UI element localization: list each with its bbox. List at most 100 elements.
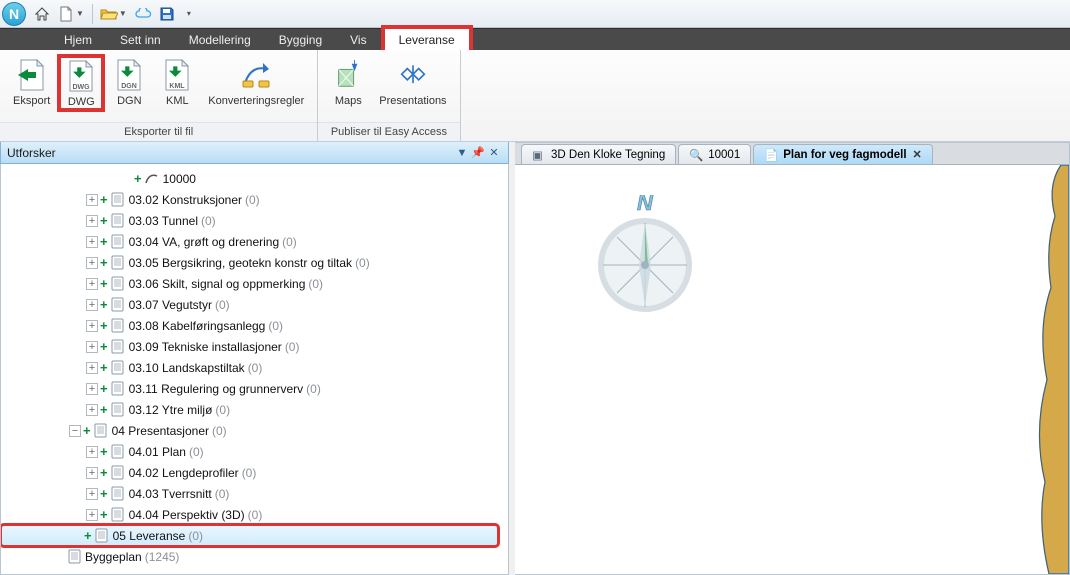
explorer-panel: Utforsker ▼ 📌 ✕ +10000++03.02 Konstruksj… (0, 142, 515, 575)
tree-item-count: (0) (188, 529, 203, 543)
tree-row[interactable]: ++03.06 Skilt, signal og oppmerking(0) (1, 273, 508, 294)
tab-leveranse[interactable]: Leveranse (381, 25, 473, 50)
tree-row[interactable]: ++03.02 Konstruksjoner(0) (1, 189, 508, 210)
expand-icon[interactable]: + (86, 362, 98, 374)
expand-icon[interactable]: + (86, 446, 98, 458)
expand-icon[interactable]: + (86, 320, 98, 332)
tree-row[interactable]: ++04.01 Plan(0) (1, 441, 508, 462)
close-icon[interactable]: ✕ (913, 148, 922, 161)
doc-icon: 📄 (764, 148, 778, 162)
tree-row[interactable]: ++04.03 Tverrsnitt(0) (1, 483, 508, 504)
ribbon-group-eksporter: Eksport DWG DWG DGN DGN KML K (0, 50, 318, 141)
save-icon[interactable] (157, 4, 177, 24)
tab-settinn[interactable]: Sett inn (106, 29, 175, 50)
view-tab-10001[interactable]: 🔍 10001 (678, 144, 751, 164)
doc-icon (110, 297, 126, 313)
dgn-button[interactable]: DGN DGN (105, 54, 153, 110)
add-icon: + (100, 381, 108, 396)
tree-row[interactable]: ++03.09 Tekniske installasjoner(0) (1, 336, 508, 357)
expand-icon[interactable]: + (86, 341, 98, 353)
tree-row[interactable]: ++04.04 Perspektiv (3D)(0) (1, 504, 508, 525)
expand-icon[interactable]: + (86, 236, 98, 248)
add-icon: + (100, 255, 108, 270)
tree-row[interactable]: Byggeplan(1245) (1, 546, 508, 567)
qat-customize-icon[interactable]: ▾ (187, 9, 191, 18)
doc-icon (110, 339, 126, 355)
presentations-button[interactable]: Presentations (372, 54, 453, 110)
dropdown-icon[interactable]: ▼ (454, 147, 470, 159)
maps-icon (331, 57, 365, 93)
tree-item-label: 03.12 Ytre miljø (129, 403, 213, 417)
doc-icon (110, 402, 126, 418)
tab-hjem[interactable]: Hjem (50, 29, 106, 50)
tree-row[interactable]: −+04 Presentasjoner(0) (1, 420, 508, 441)
dropdown-icon[interactable]: ▼ (119, 9, 127, 18)
doc-icon (94, 528, 110, 544)
tree-row[interactable]: ++03.03 Tunnel(0) (1, 210, 508, 231)
pin-icon[interactable]: 📌 (470, 146, 486, 159)
cloud-icon[interactable] (133, 4, 153, 24)
presentation-icon (396, 57, 430, 93)
tree-item-count: (0) (306, 382, 321, 396)
add-icon: + (100, 213, 108, 228)
svg-text:N: N (637, 195, 654, 215)
tree-scroll[interactable]: +10000++03.02 Konstruksjoner(0)++03.03 T… (1, 164, 508, 574)
open-folder-icon[interactable] (99, 4, 119, 24)
expand-icon[interactable]: + (86, 278, 98, 290)
tree-item-label: 03.10 Landskapstiltak (129, 361, 245, 375)
doc-icon (110, 381, 126, 397)
close-icon[interactable]: ✕ (486, 146, 502, 159)
app-icon[interactable]: N (2, 2, 26, 26)
view-tab-3d[interactable]: ▣ 3D Den Kloke Tegning (521, 144, 676, 164)
konverteringsregler-button[interactable]: Konverteringsregler (201, 54, 311, 110)
tree-row[interactable]: ++03.10 Landskapstiltak(0) (1, 357, 508, 378)
doc-icon (110, 486, 126, 502)
quick-access-toolbar: N ▼ ▼ ▾ (0, 0, 1070, 28)
dwg-icon: DWG (64, 58, 98, 94)
tree-row[interactable]: ++03.05 Bergsikring, geotekn konstr og t… (1, 252, 508, 273)
canvas[interactable]: N (515, 165, 1069, 574)
tree-item-label: 03.04 VA, grøft og drenering (129, 235, 280, 249)
add-icon: + (83, 423, 91, 438)
tree-item-count: (0) (285, 340, 300, 354)
add-icon: + (100, 297, 108, 312)
expand-icon[interactable]: + (86, 194, 98, 206)
tab-vis[interactable]: Vis (336, 29, 380, 50)
expand-icon[interactable]: + (86, 299, 98, 311)
dwg-button[interactable]: DWG DWG (57, 54, 105, 112)
expand-icon[interactable]: + (86, 467, 98, 479)
tree-row[interactable]: +10000 (1, 168, 508, 189)
kml-button[interactable]: KML KML (153, 54, 201, 110)
explorer-title-bar[interactable]: Utforsker ▼ 📌 ✕ (0, 142, 509, 164)
maps-button[interactable]: Maps (324, 54, 372, 110)
tree-row[interactable]: ++03.11 Regulering og grunnerverv(0) (1, 378, 508, 399)
expand-icon[interactable]: + (86, 488, 98, 500)
tree-item-count: (0) (268, 319, 283, 333)
tree-row[interactable]: ++03.04 VA, grøft og drenering(0) (1, 231, 508, 252)
add-icon: + (100, 234, 108, 249)
collapse-icon[interactable]: − (69, 425, 81, 437)
home-icon[interactable] (32, 4, 52, 24)
tree-item-count: (0) (212, 424, 227, 438)
expand-icon[interactable]: + (86, 383, 98, 395)
eksport-button[interactable]: Eksport (6, 54, 57, 110)
doc-icon (110, 234, 126, 250)
tree-row[interactable]: ++04.02 Lengdeprofiler(0) (1, 462, 508, 483)
ribbon: Eksport DWG DWG DGN DGN KML K (0, 50, 1070, 142)
expand-icon[interactable]: + (86, 404, 98, 416)
tree-row[interactable]: ++03.12 Ytre miljø(0) (1, 399, 508, 420)
new-doc-icon[interactable] (56, 4, 76, 24)
expand-icon[interactable]: + (86, 215, 98, 227)
tree-row[interactable]: +05 Leveranse(0) (1, 525, 498, 546)
tab-modellering[interactable]: Modellering (175, 29, 265, 50)
expand-icon[interactable]: + (86, 257, 98, 269)
doc-icon (110, 360, 126, 376)
tree-row[interactable]: ++03.08 Kabelføringsanlegg(0) (1, 315, 508, 336)
tree-item-label: 04.04 Perspektiv (3D) (129, 508, 245, 522)
view-tab-plan[interactable]: 📄 Plan for veg fagmodell ✕ (753, 144, 933, 164)
tree-row[interactable]: ++03.07 Vegutstyr(0) (1, 294, 508, 315)
search-icon: 🔍 (689, 148, 703, 162)
tab-bygging[interactable]: Bygging (265, 29, 336, 50)
expand-icon[interactable]: + (86, 509, 98, 521)
dropdown-icon[interactable]: ▼ (76, 9, 84, 18)
